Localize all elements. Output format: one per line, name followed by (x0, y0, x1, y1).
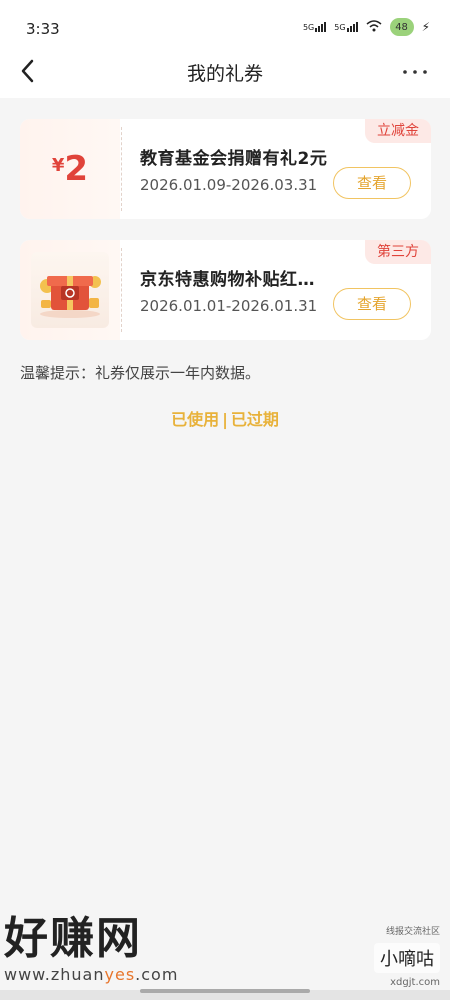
expired-link[interactable]: 已过期 (231, 410, 279, 429)
coupon-divider (121, 127, 122, 211)
view-button[interactable]: 查看 (333, 288, 411, 320)
watermark-brand: 好赚网 (4, 913, 142, 964)
signal-icon-2: 5G (334, 22, 358, 32)
battery-icon: 48 (389, 18, 414, 36)
coupon-image-panel (20, 240, 120, 340)
nav-bar: 我的礼券 (0, 46, 450, 98)
coupon-amount-panel: ¥2 (20, 119, 120, 219)
coupon-date: 2026.01.09-2026.03.31 (140, 176, 318, 194)
charging-icon: ⚡ (421, 20, 430, 34)
watermark-domain: xdgjt.com (390, 977, 440, 988)
history-links: 已使用 | 已过期 (0, 406, 450, 430)
gift-box-image (31, 252, 109, 328)
coupon-card[interactable]: ¥2 立减金 教育基金会捐赠有礼2元 2026.01.09-2026.03.31… (20, 119, 431, 219)
view-button[interactable]: 查看 (333, 167, 411, 199)
page-title: 我的礼券 (186, 63, 263, 85)
status-time: 3:33 (26, 20, 60, 38)
more-options-button[interactable] (400, 60, 430, 84)
coupon-divider (121, 248, 122, 332)
coupon-date: 2026.01.01-2026.01.31 (140, 297, 318, 315)
coupon-title: 京东特惠购物补贴红… (140, 270, 315, 290)
wifi-icon (366, 19, 382, 35)
coupon-title: 教育基金会捐赠有礼2元 (140, 149, 328, 169)
watermark-left: 好赚网 www.zhuanyes.com (4, 915, 194, 995)
more-dots-icon (403, 70, 427, 74)
coupon-card[interactable]: 第三方 京东特惠购物补贴红… 2026.01.01-2026.01.31 查看 (20, 240, 431, 340)
watermark-box: 小嘀咕 (374, 943, 440, 973)
coupon-amount: ¥2 (51, 149, 89, 189)
watermark-small: 线报交流社区 (385, 927, 440, 937)
used-link[interactable]: 已使用 (171, 410, 219, 429)
tip-text: 温馨提示：礼券仅展示一年内数据。 (20, 364, 261, 382)
coupon-badge: 第三方 (365, 240, 431, 264)
signal-icon: 5G (303, 22, 327, 32)
status-icons: 5G 5G 48 ⚡ (303, 18, 430, 36)
watermark-url: www.zhuanyes.com (4, 965, 179, 984)
coupon-badge: 立减金 (365, 119, 431, 143)
history-separator: | (222, 410, 228, 429)
home-indicator[interactable] (140, 989, 310, 993)
watermark-right: 线报交流社区 小嘀咕 xdgjt.com (360, 924, 440, 988)
